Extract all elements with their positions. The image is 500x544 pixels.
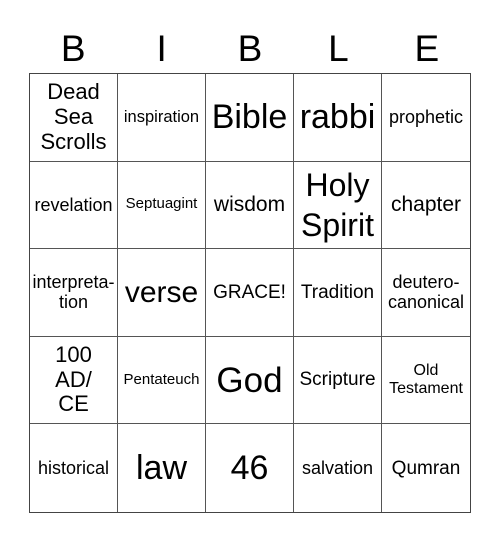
bingo-cell[interactable]: God bbox=[206, 336, 294, 425]
bingo-cell[interactable]: interpreta-tion bbox=[30, 249, 118, 337]
bingo-cell[interactable]: wisdom bbox=[206, 161, 294, 250]
bingo-cell[interactable]: Septuagint bbox=[118, 161, 206, 250]
header-letter-l: L bbox=[328, 28, 349, 69]
bingo-cell[interactable]: revelation bbox=[30, 161, 118, 250]
bingo-card-grid: Dead Sea Scrolls inspiration Bible rabbi… bbox=[29, 73, 471, 513]
header-letter-b2: B bbox=[237, 28, 263, 69]
bingo-cell[interactable]: chapter bbox=[382, 162, 470, 250]
bingo-cell[interactable]: Bible bbox=[206, 74, 294, 162]
bingo-cell[interactable]: 46 bbox=[206, 424, 294, 512]
bingo-header: B I B L E bbox=[29, 28, 471, 70]
bingo-cell[interactable]: Holy Spirit bbox=[294, 161, 382, 250]
bingo-cell[interactable]: verse bbox=[118, 249, 206, 337]
bingo-cell[interactable]: 100 AD/ CE bbox=[30, 336, 118, 425]
header-letter-i: I bbox=[156, 28, 167, 69]
bingo-cell[interactable]: rabbi bbox=[294, 74, 382, 162]
header-letter-b: B bbox=[60, 28, 86, 69]
bingo-cell[interactable]: GRACE! bbox=[206, 249, 294, 337]
bingo-cell[interactable]: Dead Sea Scrolls bbox=[30, 74, 118, 162]
bingo-cell[interactable]: prophetic bbox=[382, 74, 470, 162]
bingo-cell[interactable]: salvation bbox=[294, 424, 382, 512]
bingo-cell[interactable]: Qumran bbox=[382, 424, 470, 512]
bingo-cell[interactable]: Scripture bbox=[294, 336, 382, 425]
bingo-cell[interactable]: historical bbox=[30, 424, 118, 512]
header-letter-e: E bbox=[414, 28, 440, 69]
bingo-cell[interactable]: inspiration bbox=[118, 74, 206, 162]
bingo-cell[interactable]: law bbox=[118, 424, 206, 512]
bingo-cell[interactable]: Tradition bbox=[294, 249, 382, 337]
bingo-cell[interactable]: Old Testament bbox=[382, 337, 470, 425]
bingo-cell[interactable]: Pentateuch bbox=[118, 336, 206, 425]
bingo-cell[interactable]: deutero-canonical bbox=[382, 249, 470, 337]
